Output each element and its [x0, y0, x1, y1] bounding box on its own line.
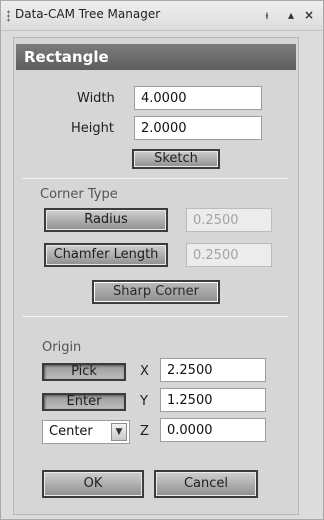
radius-button[interactable]: Radius	[44, 208, 168, 232]
pin-icon[interactable]: ᵼ	[259, 6, 275, 24]
panel-header: Rectangle	[16, 44, 296, 70]
corner-type-label: Corner Type	[40, 187, 118, 202]
divider	[22, 316, 288, 317]
divider	[22, 178, 288, 179]
rectangle-panel: Rectangle Width Height Sketch Corner Typ…	[13, 37, 299, 515]
sketch-button[interactable]: Sketch	[132, 149, 220, 169]
height-label: Height	[71, 121, 114, 136]
radius-input[interactable]	[186, 208, 272, 232]
x-label: X	[140, 364, 149, 379]
z-input[interactable]	[160, 418, 266, 442]
origin-select[interactable]: Center ▼	[42, 420, 130, 444]
y-input[interactable]	[160, 388, 266, 412]
origin-label: Origin	[42, 340, 82, 355]
width-label: Width	[77, 91, 115, 106]
z-label: Z	[140, 424, 149, 439]
cancel-button[interactable]: Cancel	[154, 470, 258, 498]
drag-grip-icon[interactable]	[7, 10, 10, 22]
pick-button[interactable]: Pick	[42, 363, 126, 381]
origin-select-value: Center	[49, 424, 93, 439]
sharp-corner-button[interactable]: Sharp Corner	[92, 280, 220, 304]
title-bar[interactable]: Data-CAM Tree Manager ᵼ ▴ ×	[1, 1, 323, 31]
ok-button[interactable]: OK	[42, 470, 144, 498]
x-input[interactable]	[160, 358, 266, 382]
float-icon[interactable]: ▴	[283, 6, 299, 24]
chamfer-length-input[interactable]	[186, 243, 272, 267]
enter-button[interactable]: Enter	[42, 393, 126, 411]
height-input[interactable]	[134, 116, 262, 140]
tree-manager-window: Data-CAM Tree Manager ᵼ ▴ × Rectangle Wi…	[0, 0, 324, 520]
window-title: Data-CAM Tree Manager	[15, 7, 161, 21]
chamfer-length-button[interactable]: Chamfer Length	[44, 243, 168, 267]
y-label: Y	[140, 394, 148, 409]
close-icon[interactable]: ×	[301, 6, 317, 24]
chevron-down-icon[interactable]: ▼	[111, 423, 127, 441]
width-input[interactable]	[134, 86, 262, 110]
